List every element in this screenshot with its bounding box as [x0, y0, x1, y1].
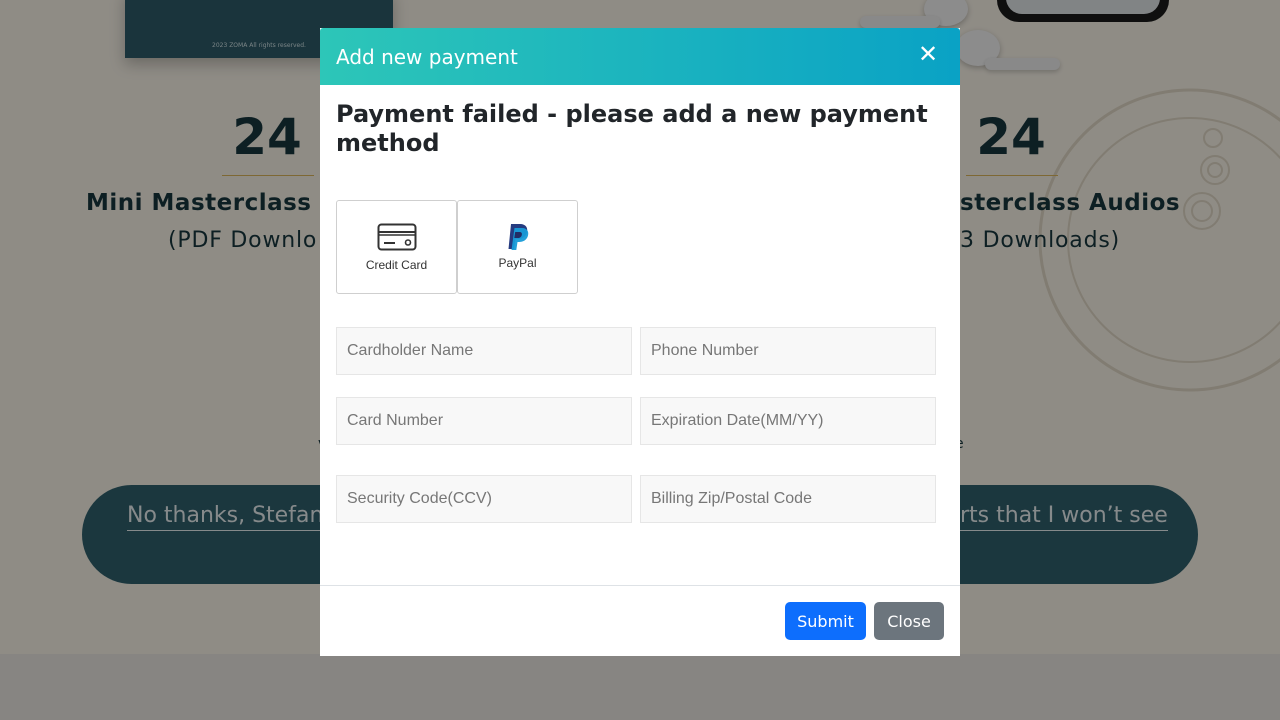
- close-button[interactable]: Close: [874, 602, 944, 640]
- credit-card-icon: [337, 223, 456, 255]
- submit-button[interactable]: Submit: [785, 602, 866, 640]
- modal-header: Add new payment ✕: [320, 28, 960, 85]
- modal-title: Add new payment: [336, 45, 518, 69]
- paypal-icon: [458, 223, 577, 255]
- card-number-input[interactable]: [336, 397, 632, 445]
- expiration-date-input[interactable]: [640, 397, 936, 445]
- billing-zip-input[interactable]: [640, 475, 936, 523]
- paypal-option[interactable]: PayPal: [457, 200, 578, 294]
- modal-footer: Submit Close: [320, 585, 960, 657]
- add-payment-modal: Add new payment ✕ Payment failed - pleas…: [320, 28, 960, 656]
- credit-card-option[interactable]: Credit Card: [336, 200, 457, 294]
- security-code-input[interactable]: [336, 475, 632, 523]
- paypal-label: PayPal: [498, 256, 537, 270]
- close-icon[interactable]: ✕: [914, 40, 942, 68]
- cardholder-name-input[interactable]: [336, 327, 632, 375]
- payment-failed-heading: Payment failed - please add a new paymen…: [336, 100, 928, 157]
- phone-number-input[interactable]: [640, 327, 936, 375]
- credit-card-label: Credit Card: [365, 258, 428, 272]
